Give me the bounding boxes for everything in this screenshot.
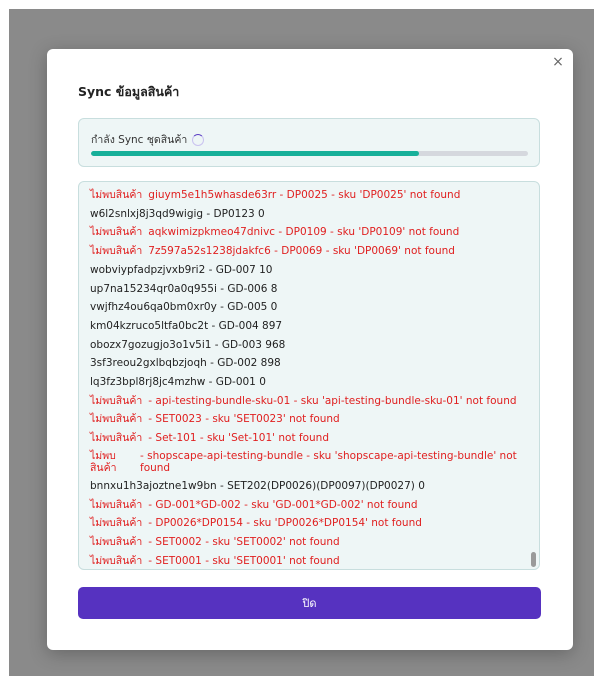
log-line-text: - GD-001*GD-002 - sku 'GD-001*GD-002' no… [148,498,418,511]
log-line-error: ไม่พบสินค้า - api-testing-bundle-sku-01 -… [90,392,518,411]
log-line-text: w6l2snlxj8j3qd9wigig - DP0123 0 [90,207,265,220]
log-line-text: - SET0002 - sku 'SET0002' not found [148,535,340,548]
log-line: vwjfhz4ou6qa0bm0xr0y - GD-005 0 [90,298,518,317]
modal-title: Sync ข้อมูลสินค้า [78,84,180,99]
log-line-prefix: ไม่พบสินค้า [90,226,143,239]
log-line-error: ไม่พบสินค้า aqkwimizpkmeo47dnivc - DP0109… [90,223,518,242]
progress-panel: กำลัง Sync ชุดสินค้า [78,118,540,167]
log-line-text: vwjfhz4ou6qa0bm0xr0y - GD-005 0 [90,301,278,314]
log-line-text: up7na15234qr0a0q955i - GD-006 8 [90,282,278,295]
log-line-text: obozx7gozugjo3o1v5i1 - GD-003 968 [90,338,286,351]
log-line-error: ไม่พบสินค้า - DP0026*DP0154 - sku 'DP0026… [90,514,518,533]
log-line-text: aqkwimizpkmeo47dnivc - DP0109 - sku 'DP0… [148,226,460,239]
log-line-text: - shopscape-api-testing-bundle - sku 'sh… [140,449,517,475]
close-icon[interactable]: × [551,55,565,69]
log-line-text: 7z597a52s1238jdakfc6 - DP0069 - sku 'DP0… [148,245,455,258]
progress-bar-fill [91,151,419,156]
progress-status: กำลัง Sync ชุดสินค้า [91,131,205,148]
log-line: obozx7gozugjo3o1v5i1 - GD-003 968 [90,336,518,355]
sync-modal: × Sync ข้อมูลสินค้า กำลัง Sync ชุดสินค้า… [47,49,573,650]
log-line: w6l2snlxj8j3qd9wigig - DP0123 0 [90,205,518,224]
log-line-prefix: ไม่พบสินค้า [90,189,143,201]
log-line-text: - SET0001 - sku 'SET0001' not found [148,554,340,567]
log-line-text: 3sf3reou2gxlbqbzjoqh - GD-002 898 [90,357,281,370]
log-line-prefix: ไม่พบสินค้า [90,432,143,445]
log-line-error: ไม่พบสินค้า - shopscape-api-testing-bundl… [90,448,518,477]
log-line-text: lq3fz3bpl8rj8jc4mzhw - GD-001 0 [90,376,266,389]
log-line-text: - DP0026*DP0154 - sku 'DP0026*DP0154' no… [148,517,422,530]
log-line-prefix: ไม่พบสินค้า [90,535,143,548]
log-line-error: ไม่พบสินค้า giuym5e1h5whasde63rr - DP0025… [90,186,518,205]
log-line-error: ไม่พบสินค้า - SET0001 - sku 'SET0001' not… [90,552,518,569]
log-line-prefix: ไม่พบสินค้า [90,498,143,511]
loading-spinner-icon [192,133,205,146]
log-line: up7na15234qr0a0q955i - GD-006 8 [90,280,518,299]
log-line-prefix: ไม่พบสินค้า [90,394,143,407]
log-line-prefix: ไม่พบสินค้า [90,517,143,530]
log-scrollbar[interactable] [531,552,536,567]
log-line-text: km04kzruco5ltfa0bc2t - GD-004 897 [90,319,283,332]
log-line: lq3fz3bpl8rj8jc4mzhw - GD-001 0 [90,373,518,392]
log-line-error: ไม่พบสินค้า - Set-101 - sku 'Set-101' not… [90,429,518,448]
log-line-error: ไม่พบสินค้า - SET0002 - sku 'SET0002' not… [90,533,518,552]
progress-bar [91,151,528,156]
log-line-prefix: ไม่พบสินค้า [90,449,117,475]
log-line-prefix: ไม่พบสินค้า [90,554,143,567]
sync-log-list: ไม่พบสินค้า giuym5e1h5whasde63rr - DP0025… [90,186,518,569]
log-line-error: ไม่พบสินค้า 7z597a52s1238jdakfc6 - DP0069… [90,242,518,261]
log-line-error: ไม่พบสินค้า - GD-001*GD-002 - sku 'GD-001… [90,496,518,515]
sync-log-panel[interactable]: ไม่พบสินค้า giuym5e1h5whasde63rr - DP0025… [78,181,540,570]
log-line-text: - api-testing-bundle-sku-01 - sku 'api-t… [148,394,517,407]
log-line-error: ไม่พบสินค้า - SET0023 - sku 'SET0023' not… [90,410,518,429]
log-line: 3sf3reou2gxlbqbzjoqh - GD-002 898 [90,354,518,373]
log-line-text: giuym5e1h5whasde63rr - DP0025 - sku 'DP0… [148,189,461,201]
log-line-prefix: ไม่พบสินค้า [90,245,143,258]
log-line: km04kzruco5ltfa0bc2t - GD-004 897 [90,317,518,336]
log-line-prefix: ไม่พบสินค้า [90,413,143,426]
log-line-text: - SET0023 - sku 'SET0023' not found [148,413,340,426]
log-line: wobviypfadpzjvxb9ri2 - GD-007 10 [90,261,518,280]
log-line-text: wobviypfadpzjvxb9ri2 - GD-007 10 [90,263,273,276]
log-line: bnnxu1h3ajoztne1w9bn - SET202(DP0026)(DP… [90,477,518,496]
progress-label: กำลัง Sync ชุดสินค้า [91,134,188,146]
log-line-text: bnnxu1h3ajoztne1w9bn - SET202(DP0026)(DP… [90,479,425,492]
log-line-text: - Set-101 - sku 'Set-101' not found [148,432,329,445]
close-button[interactable]: ปิด [78,587,541,619]
